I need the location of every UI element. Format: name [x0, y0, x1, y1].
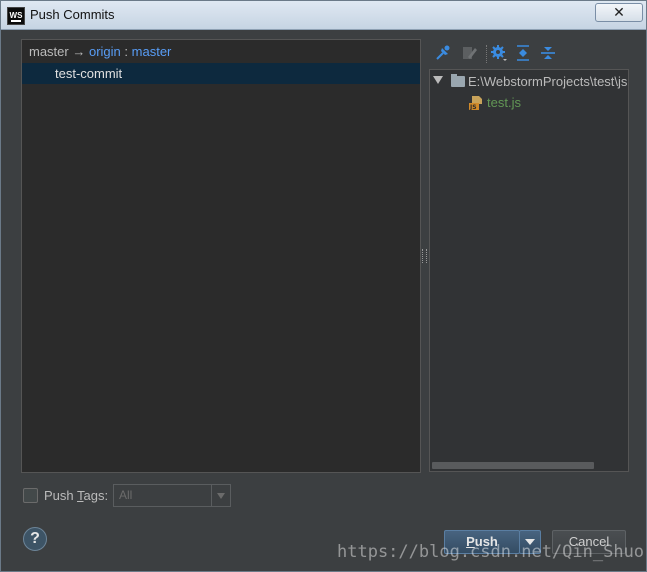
- watermark: https://blog.csdn.net/Qin_Shuo: [337, 542, 645, 562]
- splitter-handle[interactable]: [422, 249, 427, 263]
- toolbar-separator: [486, 45, 488, 63]
- help-icon: ?: [30, 530, 40, 547]
- close-icon: ✕: [613, 4, 625, 20]
- remote-link[interactable]: origin: [89, 44, 121, 59]
- title-bar: WS Push Commits ✕: [1, 1, 646, 30]
- close-button[interactable]: ✕: [595, 3, 643, 22]
- tree-root-row[interactable]: E:\WebstormProjects\test\js: [430, 72, 628, 92]
- folder-icon: [451, 74, 465, 87]
- window-title: Push Commits: [30, 7, 115, 22]
- commits-panel: master → origin : master test-commit: [21, 39, 421, 473]
- commit-row[interactable]: test-commit: [22, 63, 420, 84]
- collapse-all-icon[interactable]: [538, 43, 558, 63]
- help-button[interactable]: ?: [23, 527, 47, 551]
- push-commits-dialog: WS Push Commits ✕ master → origin : mast…: [0, 0, 647, 572]
- remote-branch-link[interactable]: master: [132, 44, 172, 59]
- commit-message: test-commit: [55, 66, 123, 81]
- settings-gear-icon[interactable]: [489, 43, 509, 63]
- chevron-down-icon[interactable]: [211, 485, 230, 506]
- changed-file[interactable]: test.js: [487, 95, 521, 110]
- arrow-icon: →: [72, 44, 86, 59]
- tags-dropdown[interactable]: All: [113, 484, 231, 507]
- webstorm-app-icon: WS: [7, 7, 25, 25]
- expand-arrow-icon[interactable]: [433, 76, 443, 84]
- javascript-file-icon: JS: [469, 96, 482, 110]
- tags-dropdown-value: All: [119, 488, 133, 502]
- push-tags-label-suffix: ags:: [83, 488, 109, 503]
- branch-separator: :: [124, 44, 129, 59]
- branch-mapping: master → origin : master: [29, 44, 171, 59]
- push-tags-checkbox[interactable]: [23, 488, 38, 503]
- local-branch: master: [29, 44, 69, 59]
- horizontal-scrollbar[interactable]: [432, 462, 594, 469]
- root-path: E:\WebstormProjects\test\js: [468, 74, 628, 89]
- expand-all-icon[interactable]: [513, 43, 533, 63]
- pin-icon[interactable]: [433, 43, 453, 63]
- push-tags-label[interactable]: Push Tags:: [44, 488, 108, 503]
- push-tags-label-prefix: Push: [44, 488, 78, 503]
- edit-source-icon[interactable]: [459, 43, 479, 63]
- changes-toolbar: [431, 43, 631, 65]
- svg-text:JS: JS: [469, 104, 477, 110]
- changed-files-tree: E:\WebstormProjects\test\js JS test.js: [429, 69, 629, 472]
